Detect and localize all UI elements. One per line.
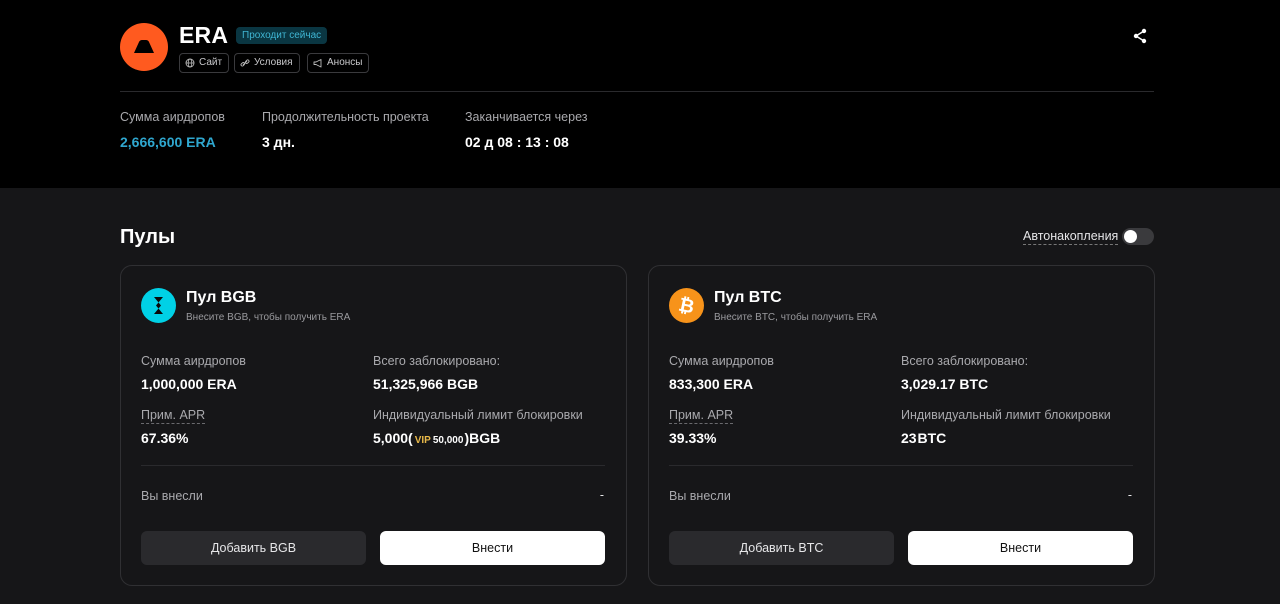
airdrop-value: 1,000,000 ERA xyxy=(141,376,237,392)
deposited-value: - xyxy=(1127,488,1132,502)
apr-value: 67.36% xyxy=(141,430,189,446)
locked-label: Всего заблокировано: xyxy=(901,354,1029,368)
announcements-link-label: Анонсы xyxy=(327,57,363,68)
vip-limit-amount: 50,000 xyxy=(432,435,464,446)
limit-amount: 5,000 xyxy=(373,430,409,446)
bgb-coin-icon xyxy=(141,288,176,323)
toggle-knob xyxy=(1124,230,1137,243)
limit-open-paren: ( xyxy=(408,430,413,446)
card-divider xyxy=(669,465,1133,466)
project-header: ERA Проходит сейчас Сайт Условия Анонсы xyxy=(0,0,1280,188)
airdrop-total-value: 2,666,600 ERA xyxy=(120,134,216,150)
deposited-value: - xyxy=(599,488,604,502)
apr-label[interactable]: Прим. APR xyxy=(669,408,734,424)
limit-unit: BTC xyxy=(917,430,947,446)
locked-label: Всего заблокировано: xyxy=(373,354,501,368)
terms-link-label: Условия xyxy=(254,57,293,68)
pool-name: Пул BTC xyxy=(714,289,782,306)
status-badge: Проходит сейчас xyxy=(236,27,328,44)
pools-title: Пулы xyxy=(120,226,176,248)
era-logo-icon xyxy=(120,23,168,71)
header-divider xyxy=(120,91,1154,92)
svg-text:₿: ₿ xyxy=(677,294,697,319)
duration-value: 3 дн. xyxy=(262,134,295,150)
limit-value: 23 BTC xyxy=(901,430,946,446)
locked-value: 51,325,966 BGB xyxy=(373,376,479,392)
airdrop-label: Сумма аирдропов xyxy=(141,354,246,368)
megaphone-icon xyxy=(313,59,322,68)
pool-subtitle: Внесите BTC, чтобы получить ERA xyxy=(714,312,878,323)
locked-value: 3,029.17 BTC xyxy=(901,376,989,392)
autocompound-label: Автонакопления xyxy=(1023,229,1119,245)
project-title: ERA xyxy=(179,22,229,48)
autocompound-toggle[interactable] xyxy=(1122,228,1154,245)
globe-icon xyxy=(185,58,195,68)
share-icon[interactable] xyxy=(1131,27,1149,45)
deposited-label: Вы внесли xyxy=(141,489,203,503)
announcements-link[interactable]: Анонсы xyxy=(307,53,370,73)
pool-subtitle: Внесите BGB, чтобы получить ERA xyxy=(186,312,351,323)
vip-tag: VIP xyxy=(414,435,431,446)
pool-card-btc: ₿ Пул BTC Внесите BTC, чтобы получить ER… xyxy=(648,265,1155,586)
link-icon xyxy=(240,59,250,67)
countdown-value: 02 д 08 : 13 : 08 xyxy=(465,134,569,150)
airdrop-label: Сумма аирдропов xyxy=(669,354,774,368)
pool-card-bgb: Пул BGB Внесите BGB, чтобы получить ERA … xyxy=(120,265,627,586)
limit-value: 5,000 ( VIP 50,000 ) BGB xyxy=(373,430,500,446)
apr-label[interactable]: Прим. APR xyxy=(141,408,206,424)
add-bgb-button[interactable]: Добавить BGB xyxy=(141,531,366,565)
limit-label: Индивидуальный лимит блокировки xyxy=(373,408,583,422)
limit-label: Индивидуальный лимит блокировки xyxy=(901,408,1111,422)
airdrop-total-label: Сумма аирдропов xyxy=(120,110,225,124)
card-divider xyxy=(141,465,605,466)
add-btc-button[interactable]: Добавить BTC xyxy=(669,531,894,565)
limit-amount: 23 xyxy=(901,430,917,446)
airdrop-value: 833,300 ERA xyxy=(669,376,754,392)
terms-link[interactable]: Условия xyxy=(234,53,300,73)
deposit-bgb-button[interactable]: Внести xyxy=(380,531,605,565)
deposited-label: Вы внесли xyxy=(669,489,731,503)
btc-coin-icon: ₿ xyxy=(669,288,704,323)
pool-name: Пул BGB xyxy=(186,289,257,306)
website-link-label: Сайт xyxy=(199,57,223,68)
website-link[interactable]: Сайт xyxy=(179,53,230,73)
apr-value: 39.33% xyxy=(669,430,717,446)
ends-in-label: Заканчивается через xyxy=(465,110,588,124)
deposit-btc-button[interactable]: Внести xyxy=(908,531,1133,565)
limit-unit: BGB xyxy=(469,430,501,446)
duration-label: Продолжительность проекта xyxy=(262,110,429,124)
